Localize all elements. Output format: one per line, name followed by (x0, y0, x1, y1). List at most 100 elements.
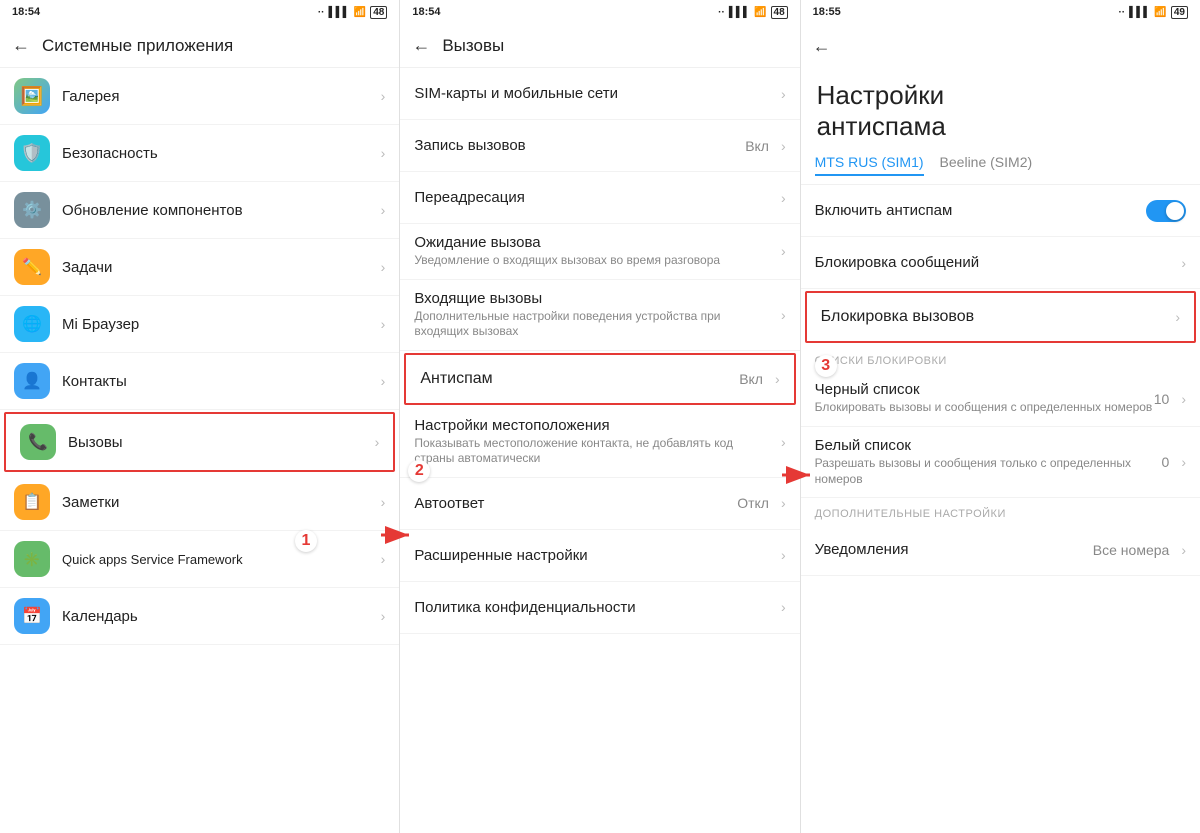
calendar-icon: 📅 (14, 598, 50, 634)
list-item-gallery[interactable]: 🖼️ Галерея › (0, 68, 399, 125)
whitelist-value: 0 (1162, 454, 1170, 470)
blacklist-chevron: › (1181, 391, 1186, 407)
contacts-icon: 👤 (14, 363, 50, 399)
dots-1: ·· (318, 7, 325, 18)
antispam-toggle[interactable] (1146, 200, 1186, 222)
signal-icon-3: ▌▌▌ (1129, 7, 1150, 18)
list-item-autoanswer[interactable]: Автоответ Откл › (400, 478, 799, 530)
redirect-chevron: › (781, 190, 786, 206)
antispam-title: Антиспам (420, 370, 739, 388)
sim-tab-2[interactable]: Beeline (SIM2) (940, 154, 1033, 176)
incoming-title: Входящие вызовы (414, 290, 773, 307)
privacy-chevron: › (781, 599, 786, 615)
updater-chevron: › (381, 202, 386, 218)
location-subtitle: Показывать местоположение контакта, не д… (414, 436, 773, 467)
notes-title: Заметки (62, 494, 373, 511)
status-icons-2: ·· ▌▌▌ 📶 48 (718, 6, 788, 19)
battery-icon-1: 48 (370, 6, 387, 19)
privacy-title: Политика конфиденциальности (414, 599, 773, 616)
gallery-title: Галерея (62, 88, 373, 105)
advanced-title: Расширенные настройки (414, 547, 773, 564)
security-title: Безопасность (62, 145, 373, 162)
list-item-browser[interactable]: 🌐 Mi Браузер › (0, 296, 399, 353)
gallery-chevron: › (381, 88, 386, 104)
list-item-block-messages[interactable]: Блокировка сообщений › (801, 237, 1200, 289)
signal-icon-2: ▌▌▌ (729, 7, 750, 18)
incoming-chevron: › (781, 307, 786, 323)
sim-chevron: › (781, 86, 786, 102)
list-item-quickapps[interactable]: ✳️ Quick apps Service Framework › (0, 531, 399, 588)
record-title: Запись вызовов (414, 137, 745, 154)
screen-calls: 18:54 ·· ▌▌▌ 📶 48 ← Вызовы SIM-карты и м… (400, 0, 800, 833)
notifications-chevron: › (1181, 542, 1186, 558)
list-item-antispam[interactable]: Антиспам Вкл › (404, 353, 795, 405)
autoanswer-value: Откл (737, 495, 769, 511)
status-bar-3: 18:55 ·· ▌▌▌ 📶 49 (801, 0, 1200, 24)
calls-title: Вызовы (68, 434, 367, 451)
list-item-contacts[interactable]: 👤 Контакты › (0, 353, 399, 410)
list-item-redirect[interactable]: Переадресация › (400, 172, 799, 224)
quickapps-title: Quick apps Service Framework (62, 552, 373, 567)
incoming-subtitle: Дополнительные настройки поведения устро… (414, 309, 773, 340)
security-icon: 🛡️ (14, 135, 50, 171)
quickapps-chevron: › (381, 551, 386, 567)
block-messages-title: Блокировка сообщений (815, 254, 1174, 271)
top-nav-1: ← Системные приложения (0, 24, 399, 68)
whitelist-subtitle: Разрешать вызовы и сообщения только с оп… (815, 456, 1162, 487)
dots-2: ·· (718, 7, 725, 18)
dots-3: ·· (1118, 7, 1125, 18)
notifications-title: Уведомления (815, 541, 1093, 558)
list-item-tasks[interactable]: ✏️ Задачи › (0, 239, 399, 296)
status-bar-2: 18:54 ·· ▌▌▌ 📶 48 (400, 0, 799, 24)
list-item-notes[interactable]: 📋 Заметки › (0, 474, 399, 531)
back-arrow-3[interactable]: ← (813, 36, 831, 57)
list-item-notifications[interactable]: Уведомления Все номера › (801, 524, 1200, 576)
blacklist-value: 10 (1154, 391, 1170, 407)
blacklist-title: Черный список (815, 381, 1154, 398)
list-item-location[interactable]: Настройки местоположения Показывать мест… (400, 407, 799, 478)
wifi-icon-2: 📶 (754, 7, 766, 18)
back-arrow-1[interactable]: ← (12, 35, 30, 56)
quickapps-icon: ✳️ (14, 541, 50, 577)
calendar-chevron: › (381, 608, 386, 624)
list-item-updater[interactable]: ⚙️ Обновление компонентов › (0, 182, 399, 239)
gallery-icon: 🖼️ (14, 78, 50, 114)
autoanswer-title: Автоответ (414, 495, 737, 512)
list-item-whitelist[interactable]: Белый список Разрешать вызовы и сообщени… (801, 427, 1200, 498)
status-bar-1: 18:54 ·· ▌▌▌ 📶 48 (0, 0, 399, 24)
sim-tab-1[interactable]: MTS RUS (SIM1) (815, 154, 924, 176)
wait-title: Ожидание вызова (414, 234, 773, 251)
browser-icon: 🌐 (14, 306, 50, 342)
block-calls-chevron: › (1175, 309, 1180, 325)
tasks-chevron: › (381, 259, 386, 275)
list-item-wait[interactable]: Ожидание вызова Уведомление о входящих в… (400, 224, 799, 280)
tasks-title: Задачи (62, 259, 373, 276)
record-value: Вкл (745, 138, 769, 154)
updater-icon: ⚙️ (14, 192, 50, 228)
list-item-sim[interactable]: SIM-карты и мобильные сети › (400, 68, 799, 120)
list-item-calendar[interactable]: 📅 Календарь › (0, 588, 399, 645)
list-item-advanced[interactable]: Расширенные настройки › (400, 530, 799, 582)
sim-tabs: MTS RUS (SIM1) Beeline (SIM2) (801, 148, 1200, 185)
top-nav-3: ← (801, 24, 1200, 68)
list-item-security[interactable]: 🛡️ Безопасность › (0, 125, 399, 182)
list-item-incoming[interactable]: Входящие вызовы Дополнительные настройки… (400, 280, 799, 351)
list-item-record[interactable]: Запись вызовов Вкл › (400, 120, 799, 172)
contacts-chevron: › (381, 373, 386, 389)
calendar-title: Календарь (62, 608, 373, 625)
list-item-calls[interactable]: 📞 Вызовы › (4, 412, 395, 472)
list-item-privacy[interactable]: Политика конфиденциальности › (400, 582, 799, 634)
list-item-block-calls[interactable]: Блокировка вызовов › (805, 291, 1196, 343)
notes-chevron: › (381, 494, 386, 510)
wifi-icon-3: 📶 (1154, 7, 1166, 18)
back-arrow-2[interactable]: ← (412, 35, 430, 56)
tasks-icon: ✏️ (14, 249, 50, 285)
battery-icon-2: 48 (771, 6, 788, 19)
list-item-enable-antispam[interactable]: Включить антиспам (801, 185, 1200, 237)
time-3: 18:55 (813, 6, 841, 18)
wait-chevron: › (781, 243, 786, 259)
calls-chevron: › (375, 434, 380, 450)
large-title: Настройки антиспама (801, 68, 1200, 148)
whitelist-chevron: › (1181, 454, 1186, 470)
list-item-blacklist[interactable]: Черный список Блокировать вызовы и сообщ… (801, 371, 1200, 427)
